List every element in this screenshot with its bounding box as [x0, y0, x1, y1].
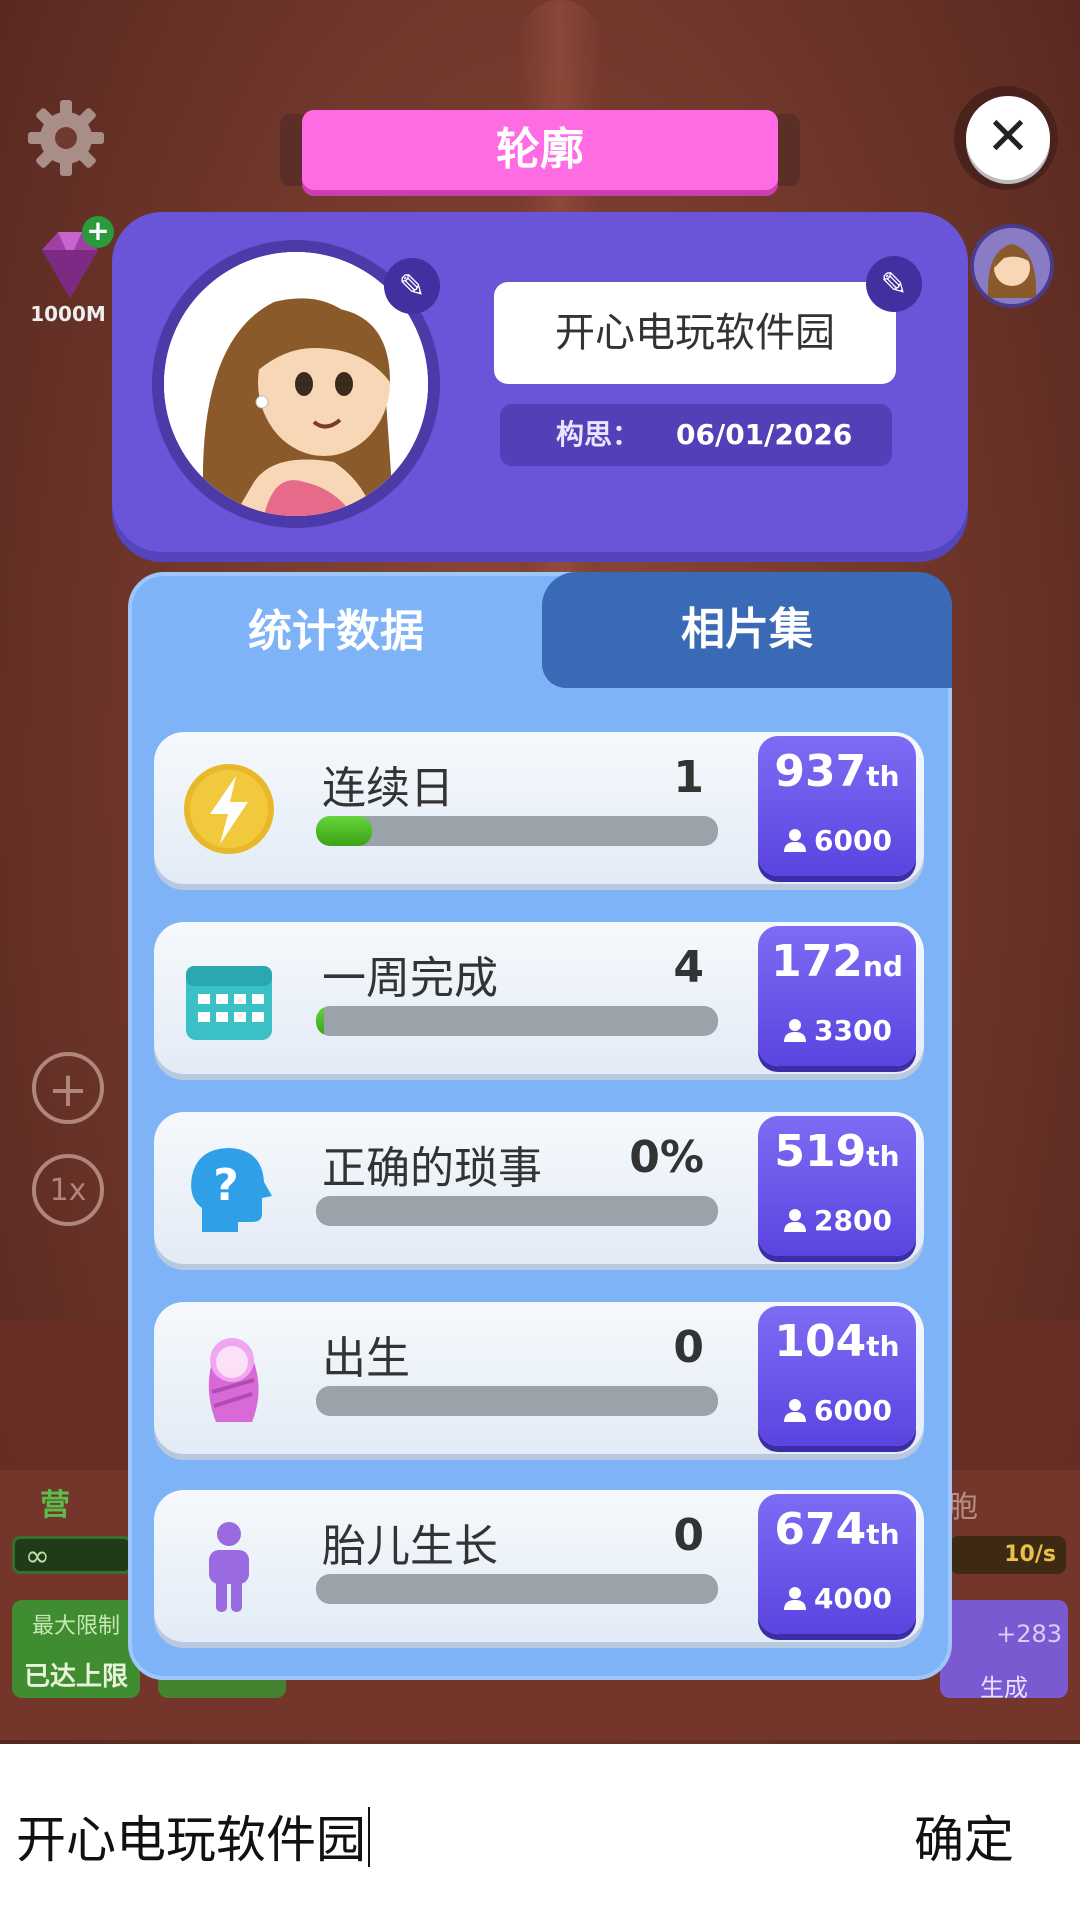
stat-rank: 674th — [774, 1504, 900, 1555]
players-person-icon — [784, 829, 807, 852]
profile-title-banner: 轮廓 — [302, 110, 778, 190]
stat-players-count: 4000 — [758, 1582, 916, 1615]
stat-rank-badge: 674th 4000 — [758, 1494, 916, 1634]
stat-row-week-complete: 一周完成 4 172nd 3300 — [154, 922, 924, 1074]
stat-progress-fill — [316, 816, 373, 846]
head-question-icon: ? — [191, 1148, 272, 1232]
stat-row-streak-days: 连续日 1 937th 6000 — [154, 732, 924, 884]
stat-rank: 937th — [774, 746, 900, 797]
stat-players-count: 2800 — [758, 1204, 916, 1237]
background-limit-status: 已达上限 — [23, 1662, 128, 1692]
conception-date-label: 构思： — [556, 418, 641, 451]
person-icon — [209, 1522, 249, 1612]
stat-progress-bar — [316, 1006, 718, 1036]
conception-date-value: 06/01/2026 — [676, 418, 853, 451]
stat-label: 连续日 — [322, 763, 454, 814]
stat-rank-badge: 937th 6000 — [758, 736, 916, 876]
stat-players-count: 6000 — [758, 824, 916, 857]
background-left-label: 营 — [40, 1488, 70, 1523]
stat-label: 出生 — [322, 1333, 410, 1384]
stat-rank-badge: 519th 2800 — [758, 1116, 916, 1256]
stat-progress-bar — [316, 1386, 718, 1416]
lightning-icon — [184, 764, 274, 854]
avatar-thumbnail-icon — [974, 228, 1050, 304]
stat-progress-bar — [316, 816, 718, 846]
stat-label: 正确的琐事 — [322, 1143, 542, 1194]
players-person-icon — [784, 1019, 807, 1042]
background-limit-label: 最大限制 — [31, 1614, 120, 1639]
stat-rank: 172nd — [771, 936, 903, 987]
tab-statistics[interactable]: 统计数据 — [132, 576, 540, 690]
players-person-icon — [784, 1209, 807, 1232]
add-gems-plus-icon[interactable]: + — [82, 216, 114, 248]
text-caret — [368, 1807, 370, 1867]
background-rate-bar: 10/s — [950, 1536, 1066, 1574]
stat-rank-badge: 104th 6000 — [758, 1306, 916, 1446]
edit-avatar-pencil-icon[interactable]: ✎ — [384, 258, 440, 314]
stat-progress-bar — [316, 1574, 718, 1604]
corner-avatar[interactable] — [970, 224, 1054, 308]
background-generate-label: 生成 — [980, 1674, 1028, 1702]
stat-progress-bar — [316, 1196, 718, 1226]
zoom-in-button[interactable]: + — [32, 1052, 104, 1124]
gem-amount: 1000M — [30, 302, 106, 326]
tab-photo-album[interactable]: 相片集 — [542, 572, 952, 688]
stat-label: 胎儿生长 — [322, 1521, 498, 1572]
stat-players-count: 3300 — [758, 1014, 916, 1047]
players-person-icon — [784, 1587, 807, 1610]
svg-text:?: ? — [213, 1160, 239, 1211]
stat-progress-fill — [316, 1006, 325, 1036]
stat-rank-badge: 172nd 3300 — [758, 926, 916, 1066]
stat-row-births: 出生 0 104th 6000 — [154, 1302, 924, 1454]
stat-row-fetal-growth: 胎儿生长 0 674th 4000 — [154, 1490, 924, 1642]
stat-players-count: 6000 — [758, 1394, 916, 1427]
baby-icon — [208, 1338, 259, 1422]
settings-gear-icon[interactable] — [24, 96, 108, 180]
profile-name-field[interactable]: 开心电玩软件园 — [494, 282, 896, 384]
speed-toggle-button[interactable]: 1x — [32, 1154, 104, 1226]
name-text-input[interactable]: 开心电玩软件园 — [16, 1800, 370, 1872]
background-right-label: 胞 — [948, 1490, 978, 1525]
confirm-button[interactable]: 确定 — [914, 1800, 1014, 1872]
players-person-icon — [784, 1399, 807, 1422]
close-button[interactable]: ✕ — [966, 96, 1050, 180]
stat-rank: 104th — [774, 1316, 900, 1367]
background-generate-count: +283 — [996, 1620, 1062, 1648]
background-left-bar: ∞ — [12, 1536, 132, 1574]
stat-label: 一周完成 — [322, 953, 498, 1004]
stat-rank: 519th — [774, 1126, 900, 1177]
stat-row-correct-trivia: ? 正确的琐事 0% 519th 2800 — [154, 1112, 924, 1264]
edit-name-pencil-icon[interactable]: ✎ — [866, 256, 922, 312]
calendar-icon — [186, 966, 272, 1040]
